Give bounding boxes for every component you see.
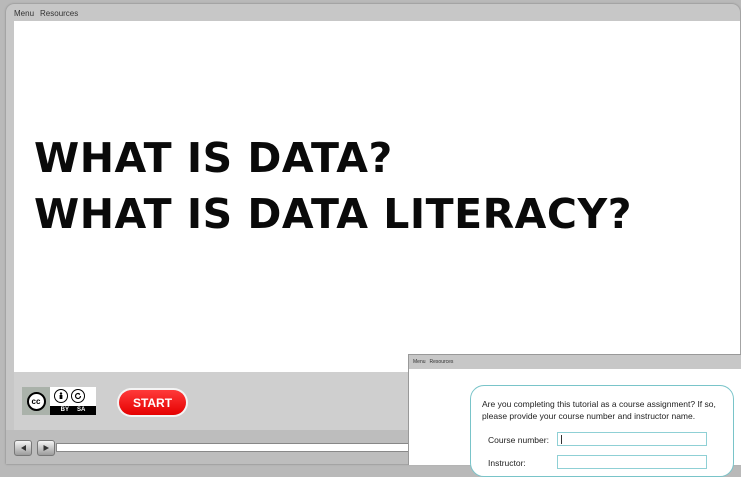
instructor-label: Instructor: <box>488 458 526 468</box>
course-number-label: Course number: <box>488 435 549 445</box>
cc-logo-icon: cc <box>26 391 46 411</box>
text-caret <box>561 435 562 444</box>
slide-title-line-2: WHAT IS DATA LITERACY? <box>34 190 632 238</box>
menubar: Menu Resources <box>14 6 78 20</box>
overlay-menu-item-menu[interactable]: Menu <box>413 359 426 365</box>
menu-item-menu[interactable]: Menu <box>14 9 34 18</box>
play-icon <box>43 445 49 451</box>
rewind-button[interactable] <box>14 440 32 456</box>
cc-terms-panel: BY SA <box>50 387 96 415</box>
cc-logo-panel: cc <box>22 387 50 415</box>
slide-title-line-1: WHAT IS DATA? <box>34 134 393 182</box>
course-form-question: Are you completing this tutorial as a co… <box>482 399 716 421</box>
menu-item-resources[interactable]: Resources <box>40 9 78 18</box>
share-alike-icon <box>71 389 85 403</box>
overlay-menubar: Menu Resources <box>409 355 741 369</box>
slide-title: WHAT IS DATA? WHAT IS DATA LITERACY? <box>34 130 632 242</box>
rewind-icon <box>21 445 26 451</box>
overlay-menu-item-resources[interactable]: Resources <box>430 359 454 365</box>
start-button[interactable]: START <box>119 390 186 415</box>
cc-license-badge: cc BY SA <box>22 387 96 415</box>
course-number-input[interactable] <box>557 432 707 446</box>
attribution-icon <box>54 389 68 403</box>
cc-sa-label: SA <box>77 407 86 413</box>
instructor-input[interactable] <box>557 455 707 469</box>
progress-bar[interactable] <box>56 443 418 452</box>
play-button[interactable] <box>37 440 55 456</box>
cc-by-label: BY <box>60 407 69 413</box>
